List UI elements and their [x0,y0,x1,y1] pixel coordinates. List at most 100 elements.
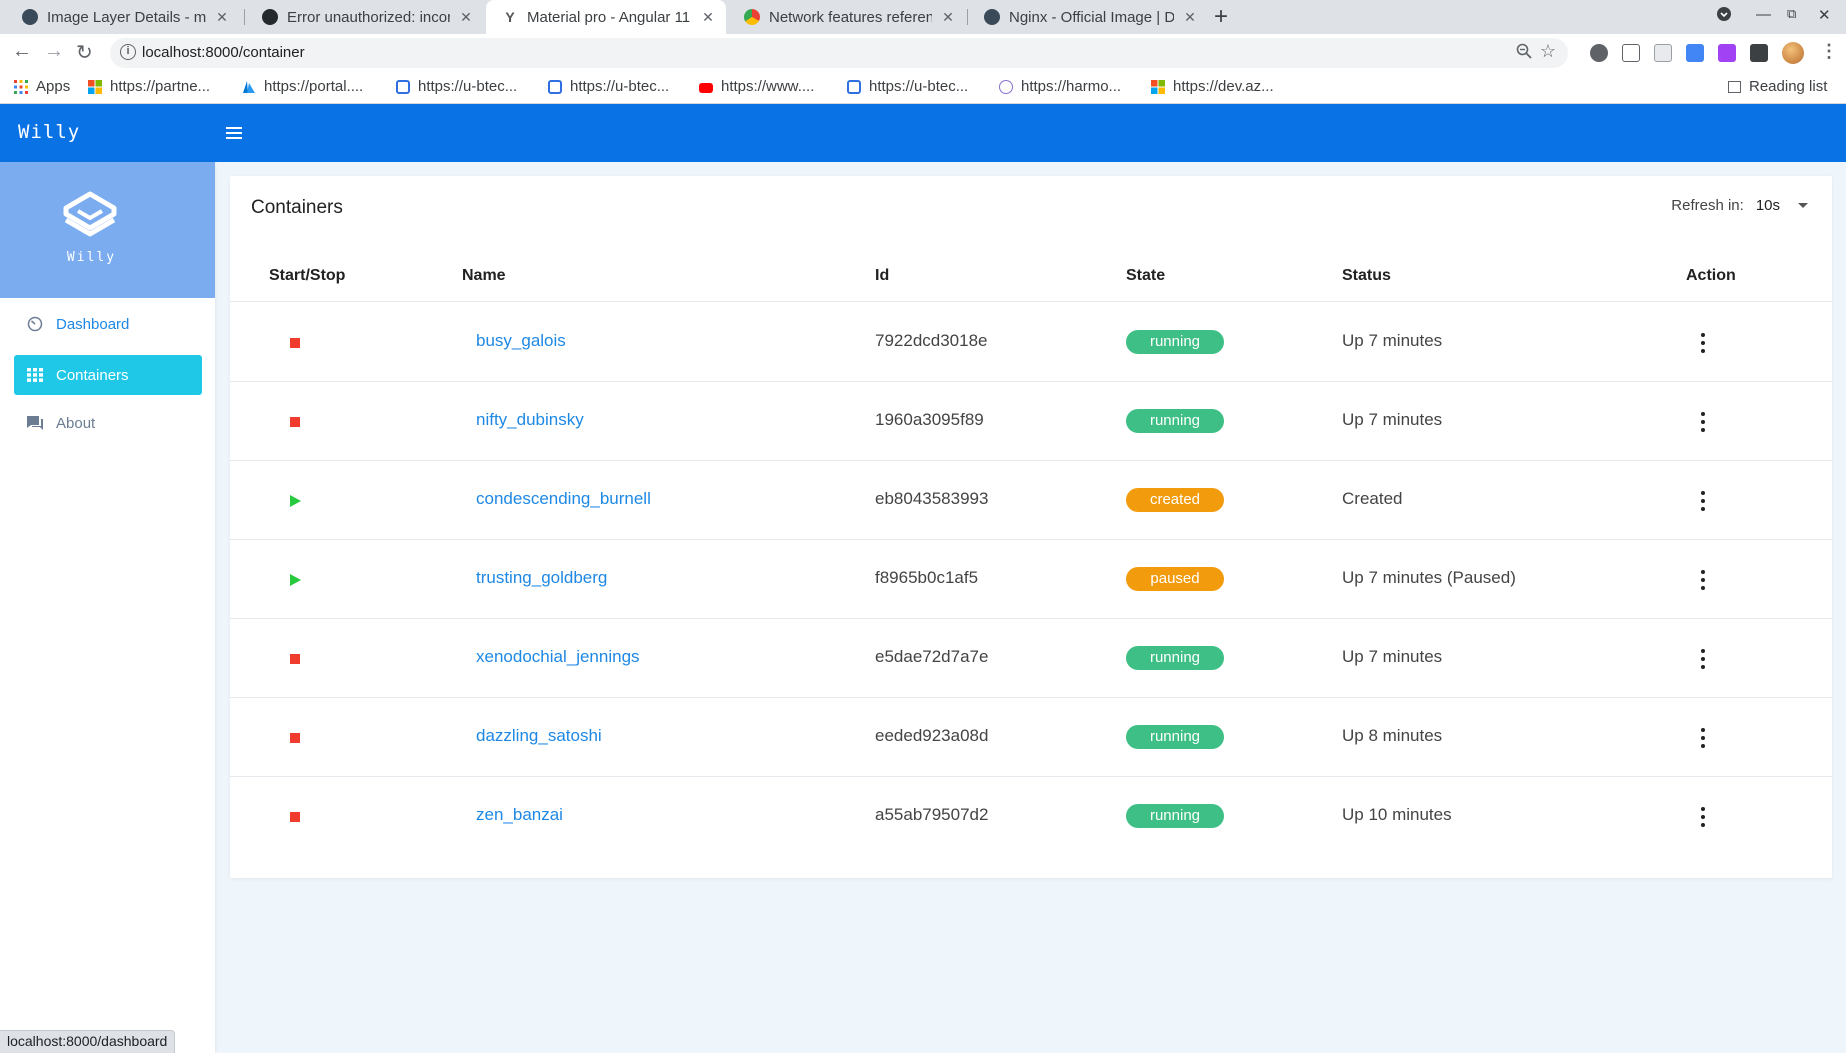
container-name-link[interactable]: busy_galois [476,331,566,351]
start-container-icon[interactable] [290,495,301,507]
forward-icon[interactable]: → [44,40,64,63]
more-actions-icon[interactable] [1699,491,1707,511]
minimize-window-icon[interactable]: — [1756,6,1771,23]
container-id: eb8043583993 [875,489,989,508]
column-header-status: Status [1342,267,1391,284]
container-status: Up 7 minutes (Paused) [1342,568,1516,587]
container-id: eeded923a08d [875,726,989,745]
table-row: trusting_goldberg f8965b0c1af5 paused Up 7 … [230,540,1832,619]
start-container-icon[interactable] [290,574,301,586]
bookmark-link[interactable]: https://dev.az... [1151,78,1274,95]
site-info-icon[interactable]: i [120,44,136,60]
more-actions-icon[interactable] [1699,570,1707,590]
state-badge: running [1126,725,1224,749]
zoom-icon[interactable] [1516,43,1532,64]
more-actions-icon[interactable] [1699,728,1707,748]
extension-translate-icon[interactable] [1686,44,1704,62]
browser-tab[interactable]: Nginx - Official Image | Do ✕ [968,0,1208,34]
bookmark-apps[interactable]: Apps [14,78,70,95]
containers-card: Containers Refresh in: 10s Start/Stop Na… [230,176,1832,878]
extension-cast-icon[interactable] [1654,44,1672,62]
sidebar: Willy Dashboard Containers About [0,162,215,1053]
browser-tab-active[interactable]: Y Material pro - Angular 11 ✕ [486,0,726,34]
table-row: busy_galois 7922dcd3018e running Up 7 minut… [230,303,1832,382]
container-name-link[interactable]: xenodochial_jennings [476,647,640,667]
more-actions-icon[interactable] [1699,649,1707,669]
bookmark-link[interactable]: https://u-btec... [548,78,669,95]
sidebar-item-containers[interactable]: Containers [14,355,202,395]
profile-avatar[interactable] [1782,42,1804,64]
container-status: Up 7 minutes [1342,331,1443,350]
reading-list-button[interactable]: Reading list [1728,78,1827,95]
table-row: nifty_dubinsky 1960a3095f89 running Up 7 mi… [230,382,1832,461]
container-status: Up 7 minutes [1342,410,1443,429]
column-header-action: Action [1686,267,1736,284]
more-actions-icon[interactable] [1699,333,1707,353]
close-tab-icon[interactable]: ✕ [214,9,230,26]
more-actions-icon[interactable] [1699,807,1707,827]
stop-container-icon[interactable] [290,338,300,348]
browser-menu-icon[interactable]: ⋮ [1820,41,1838,62]
reload-icon[interactable]: ↻ [76,40,93,65]
microsoft-favicon-icon [1151,79,1165,94]
browser-tab[interactable]: Error unauthorized: incor ✕ [246,0,484,34]
app-brand[interactable]: Willy [18,121,80,143]
close-window-icon[interactable]: ✕ [1818,6,1831,24]
bookmark-link[interactable]: https://partne... [88,78,210,95]
bookmark-link[interactable]: https://harmo... [999,78,1121,95]
column-header-start-stop: Start/Stop [269,267,346,284]
more-actions-icon[interactable] [1699,412,1707,432]
container-name-link[interactable]: dazzling_satoshi [476,726,602,746]
extension-spy-icon[interactable] [1590,44,1608,62]
table-row: xenodochial_jennings e5dae72d7a7e running U… [230,619,1832,698]
sidebar-header: Willy [0,162,215,298]
container-name-link[interactable]: trusting_goldberg [476,568,607,588]
container-id: 1960a3095f89 [875,410,984,429]
bookmark-link[interactable]: https://portal.... [242,78,363,95]
container-status: Created [1342,489,1403,508]
url-text[interactable]: localhost:8000/container [142,44,305,61]
bookmark-link[interactable]: https://u-btec... [396,78,517,95]
tab-search-icon[interactable] [1716,6,1732,26]
close-tab-icon[interactable]: ✕ [700,9,716,26]
extensions-puzzle-icon[interactable] [1750,44,1768,62]
grid-icon [26,366,44,384]
sidebar-item-about[interactable]: About [14,403,202,443]
browser-status-bar: localhost:8000/dashboard [0,1030,176,1053]
logo-text: Willy [66,250,117,265]
extension-code-icon[interactable] [1622,44,1640,62]
extension-accessibility-icon[interactable] [1718,44,1736,62]
new-tab-button[interactable]: + [1214,3,1228,31]
refresh-interval-select[interactable]: 10s [1756,197,1808,214]
back-icon[interactable]: ← [12,40,32,63]
browser-tab[interactable]: Network features referen ✕ [728,0,966,34]
browser-tab-bar: Image Layer Details - mot ✕ Error unauth… [0,0,1846,34]
close-tab-icon[interactable]: ✕ [1182,9,1198,26]
browser-tab[interactable]: Image Layer Details - mot ✕ [6,0,240,34]
state-badge: created [1126,488,1224,512]
maximize-window-icon[interactable]: ⧉ [1787,6,1796,22]
stop-container-icon[interactable] [290,417,300,427]
bookmark-link[interactable]: https://u-btec... [847,78,968,95]
sidebar-item-dashboard[interactable]: Dashboard [14,304,202,344]
dashboard-icon [26,315,44,333]
close-tab-icon[interactable]: ✕ [458,9,474,26]
menu-toggle-icon[interactable] [224,124,244,142]
stop-container-icon[interactable] [290,812,300,822]
container-name-link[interactable]: zen_banzai [476,805,563,825]
state-badge: running [1126,409,1224,433]
close-tab-icon[interactable]: ✕ [940,9,956,26]
stop-container-icon[interactable] [290,733,300,743]
address-bar[interactable]: i localhost:8000/container ☆ [110,38,1568,68]
bookmark-star-icon[interactable]: ☆ [1540,41,1556,62]
container-name-link[interactable]: condescending_burnell [476,489,651,509]
state-badge: running [1126,330,1224,354]
container-name-link[interactable]: nifty_dubinsky [476,410,584,430]
container-status: Up 10 minutes [1342,805,1452,824]
bookmarks-bar: Apps https://partne... https://portal...… [0,72,1846,104]
github-favicon-icon [262,9,278,25]
bookmark-link[interactable]: https://www.... [699,78,814,95]
azure-favicon-icon [242,80,256,94]
stop-container-icon[interactable] [290,654,300,664]
column-header-state: State [1126,267,1166,284]
